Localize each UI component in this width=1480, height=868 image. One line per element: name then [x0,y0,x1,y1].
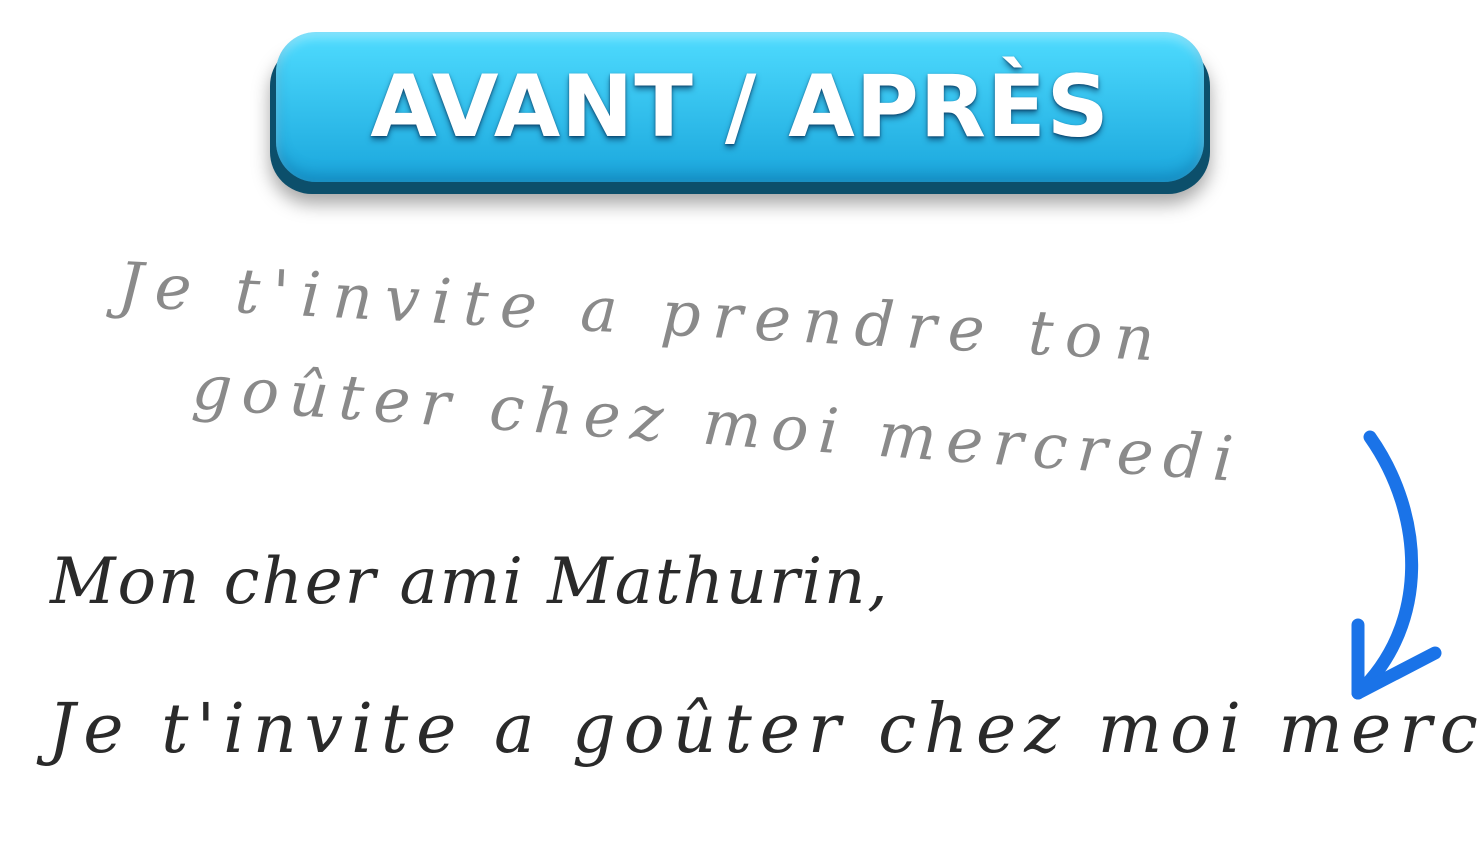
curved-down-arrow-icon [1351,430,1442,700]
title-banner: AVANT / APRÈS [276,32,1204,182]
banner-title: AVANT / APRÈS [370,57,1110,157]
before-after-page: AVANT / APRÈS Je t'invite a prendre ton … [0,0,1480,868]
before-handwriting-line-2: goûter chez moi mercredi [189,350,1246,497]
after-handwriting-line-1: Mon cher ami Mathurin, [50,545,890,619]
after-handwriting-line-2: Je t'invite a goûter chez moi mercredi. [48,690,1480,769]
